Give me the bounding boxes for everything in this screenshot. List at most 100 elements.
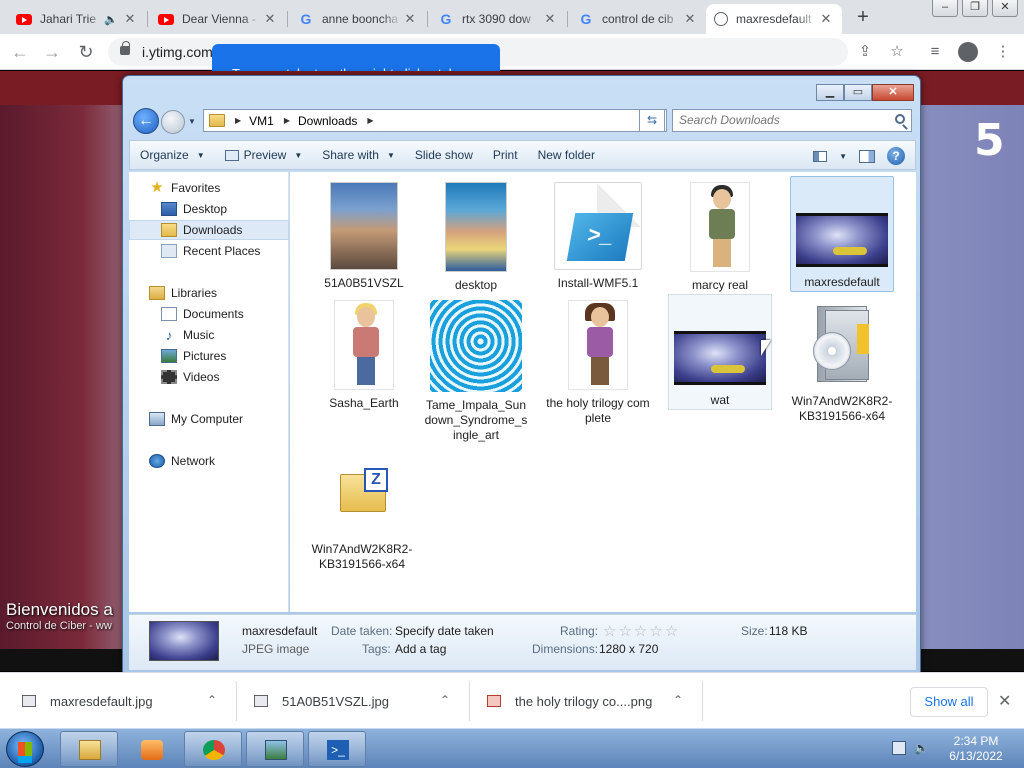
file-item-hover[interactable]: wat	[668, 294, 772, 410]
refresh-button[interactable]: ⇆	[639, 109, 665, 132]
file-item[interactable]: 51A0B51VSZL	[312, 178, 416, 291]
explorer-minimize-button[interactable]: ▁	[816, 84, 844, 101]
slide-show-button[interactable]: Slide show	[405, 148, 483, 162]
tab-1[interactable]: Jahari Trie 🔈 ✕	[8, 4, 146, 34]
nav-label: Favorites	[171, 181, 221, 195]
rating-stars[interactable]: ☆☆☆☆☆	[603, 622, 680, 640]
nav-my-computer[interactable]: My Computer	[129, 409, 289, 429]
libraries-icon	[149, 286, 165, 300]
chevron-up-icon[interactable]: ⌃	[440, 693, 450, 707]
tags-value[interactable]: Add a tag	[395, 642, 446, 656]
explorer-maximize-button[interactable]: ▭	[844, 84, 872, 101]
file-item[interactable]: desktop	[424, 178, 528, 293]
back-button[interactable]: ←	[133, 108, 159, 134]
file-item[interactable]: >_ Install-WMF5.1	[546, 178, 650, 291]
tab-2[interactable]: Dear Vienna - ✕	[150, 4, 286, 34]
close-icon[interactable]: ✕	[998, 691, 1011, 711]
audio-icon[interactable]: 🔈	[104, 13, 118, 26]
help-icon[interactable]: ?	[887, 147, 905, 165]
close-icon[interactable]: ✕	[402, 11, 418, 27]
date-taken-value[interactable]: Specify date taken	[395, 624, 494, 638]
forward-arrow-icon[interactable]: →	[42, 42, 62, 62]
menu-kebab-icon[interactable]: ⋮	[994, 43, 1012, 61]
close-icon[interactable]: ✕	[542, 11, 558, 27]
chevron-up-icon[interactable]: ⌃	[207, 693, 217, 707]
volume-icon[interactable]: 🔈	[914, 741, 929, 755]
close-window-button[interactable]: ✕	[992, 0, 1018, 17]
nav-recent-places[interactable]: Recent Places	[129, 241, 289, 261]
chevron-down-icon[interactable]: ▼	[839, 152, 847, 161]
taskbar-chrome[interactable]	[184, 731, 242, 767]
tab-separator	[147, 11, 148, 27]
close-icon[interactable]: ✕	[122, 11, 138, 27]
nav-music[interactable]: ♪ Music	[129, 325, 289, 345]
image-thumbnail	[430, 300, 522, 392]
file-item[interactable]: the holy trilogy complete	[546, 296, 650, 426]
file-item[interactable]: Sasha_Earth	[312, 296, 416, 411]
file-item[interactable]: Tame_Impala_Sundown_Syndrome_single_art	[424, 296, 528, 443]
share-icon[interactable]: ⇪	[856, 43, 874, 61]
file-item[interactable]: Z Win7AndW2K8R2-KB3191566-x64	[310, 442, 414, 571]
breadcrumb-separator[interactable]: ▶	[235, 116, 241, 125]
nav-network[interactable]: Network	[129, 451, 289, 471]
file-item[interactable]: Win7AndW2K8R2-KB3191566-x64	[790, 296, 894, 424]
breadcrumb-downloads[interactable]: Downloads	[298, 114, 357, 128]
show-all-button[interactable]: Show all	[910, 687, 988, 717]
nav-pictures[interactable]: Pictures	[129, 346, 289, 366]
file-item[interactable]: marcy real	[668, 178, 772, 293]
nav-desktop[interactable]: Desktop	[129, 199, 289, 219]
new-tab-button[interactable]: +	[852, 7, 874, 29]
chevron-up-icon[interactable]: ⌃	[673, 693, 683, 707]
nav-libraries[interactable]: Libraries	[129, 283, 289, 303]
details-pane: maxresdefault JPEG image Date taken: Spe…	[129, 614, 916, 670]
print-button[interactable]: Print	[483, 148, 528, 162]
tab-5[interactable]: G control de cib ✕	[570, 4, 706, 34]
close-icon[interactable]: ✕	[262, 11, 278, 27]
taskbar-explorer[interactable]	[60, 731, 118, 767]
back-arrow-icon[interactable]: ←	[10, 42, 30, 62]
forward-button[interactable]	[161, 110, 185, 134]
preview-pane-icon[interactable]	[859, 149, 875, 163]
preview-menu[interactable]: Preview ▼	[215, 148, 313, 162]
taskbar-powershell[interactable]: >_	[308, 731, 366, 767]
nav-downloads[interactable]: Downloads	[129, 220, 289, 240]
new-folder-button[interactable]: New folder	[528, 148, 605, 162]
taskbar-photo-viewer[interactable]	[246, 731, 304, 767]
breadcrumb-vm1[interactable]: VM1	[249, 114, 274, 128]
explorer-caption-buttons: ▁ ▭ ✕	[816, 84, 914, 101]
maximize-button[interactable]: ❐	[962, 0, 988, 17]
tab-4[interactable]: G rtx 3090 dow ✕	[430, 4, 566, 34]
search-downloads-box[interactable]	[672, 109, 912, 132]
taskbar-media-player[interactable]	[122, 731, 180, 767]
nav-documents[interactable]: Documents	[129, 304, 289, 324]
profile-avatar-icon[interactable]	[958, 42, 978, 62]
change-view-icon[interactable]	[813, 150, 828, 162]
close-icon[interactable]: ✕	[818, 11, 834, 27]
start-button[interactable]	[6, 731, 44, 767]
reading-list-icon[interactable]: ≡	[926, 43, 944, 61]
minimize-button[interactable]: –	[932, 0, 958, 17]
breadcrumb-separator[interactable]: ▶	[367, 116, 373, 125]
search-input[interactable]	[679, 113, 879, 127]
reload-icon[interactable]: ↻	[76, 42, 96, 62]
explorer-address-bar[interactable]: ▶ VM1 ▶ Downloads ▶ ▼	[203, 109, 667, 132]
explorer-close-button[interactable]: ✕	[872, 84, 914, 101]
download-item[interactable]: maxresdefault.jpg	[22, 683, 153, 719]
lock-icon[interactable]	[120, 41, 130, 55]
clock[interactable]: 2:34 PM 6/13/2022	[940, 734, 1012, 764]
download-item[interactable]: the holy trilogy co....png	[487, 683, 652, 719]
organize-menu[interactable]: Organize ▼	[130, 148, 215, 162]
file-item-selected[interactable]: maxresdefault	[790, 176, 894, 292]
tab-6-active[interactable]: maxresdefault ✕	[706, 4, 842, 34]
nav-favorites[interactable]: ★ Favorites	[129, 178, 289, 198]
download-item[interactable]: 51A0B51VSZL.jpg	[254, 683, 389, 719]
breadcrumb-separator[interactable]: ▶	[284, 116, 290, 125]
tab-3[interactable]: G anne booncha ✕	[290, 4, 426, 34]
network-tray-icon[interactable]	[892, 741, 906, 755]
recent-pages-dropdown[interactable]: ▼	[188, 117, 196, 126]
share-with-menu[interactable]: Share with ▼	[312, 148, 405, 162]
search-icon[interactable]	[895, 114, 905, 124]
bookmark-star-icon[interactable]: ☆	[888, 43, 906, 61]
nav-videos[interactable]: Videos	[129, 367, 289, 387]
close-icon[interactable]: ✕	[682, 11, 698, 27]
